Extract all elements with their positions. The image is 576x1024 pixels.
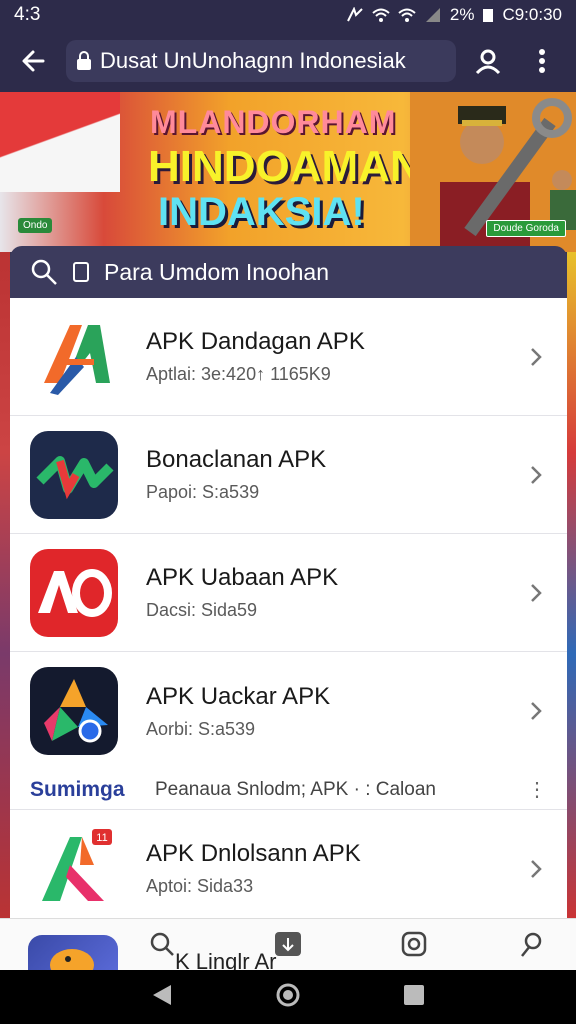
- promo-text: Peanaua Snlodm; APK · : Caloan: [155, 778, 436, 800]
- app-list: APK Dandagan APK Aptlai: 3e:420↑ 1165K9 …: [10, 298, 567, 922]
- list-item-text: Bonaclanan APK Papoi: S:a539: [146, 446, 521, 503]
- status-bar: 4:3 2% C9:0:30: [0, 0, 576, 30]
- badge-text: 11: [96, 832, 107, 844]
- profile-icon: [521, 932, 542, 957]
- chevron-right-icon: [521, 460, 551, 490]
- search-icon: [150, 932, 174, 956]
- tab-icon: [73, 262, 89, 282]
- system-navigation-bar: [0, 970, 576, 1024]
- more-vertical-icon: [539, 49, 545, 73]
- data-saver-icon: [346, 7, 363, 22]
- app-subtitle: Papoi: S:a539: [146, 482, 260, 502]
- app-title: Bonaclanan APK: [146, 446, 327, 473]
- app-subtitle: Aptlai: 3e:420↑ 1165K9: [146, 364, 331, 384]
- list-item-text: APK Uackar APK Aorbi: S:a539: [146, 683, 521, 740]
- list-item-text: APK Dnlolsann APK Aptoi: Sida33: [146, 840, 521, 897]
- list-item[interactable]: 11 APK Dnlolsann APK Aptoi: Sida33: [10, 810, 567, 922]
- app-title: APK Dandagan APK: [146, 328, 365, 355]
- flag-graphic: [0, 92, 120, 192]
- search-label: Para Umdom Inoohan: [104, 258, 330, 285]
- list-item[interactable]: APK Dandagan APK Aptlai: 3e:420↑ 1165K9: [10, 298, 567, 416]
- home-button[interactable]: [275, 982, 301, 1013]
- status-icons: 2% C9:0:30: [346, 5, 562, 25]
- wifi-secondary-icon: [398, 8, 416, 22]
- list-item-text: APK Dandagan APK Aptlai: 3e:420↑ 1165K9: [146, 328, 521, 385]
- triangle-back-icon: [153, 984, 171, 1005]
- recents-button[interactable]: [403, 984, 425, 1011]
- banner-line-2: HINDOAMAN: [148, 142, 422, 191]
- user-icon: [475, 49, 501, 75]
- camera-icon: [401, 931, 427, 957]
- background-strip-left: [0, 252, 10, 922]
- screen: 4:3 2% C9:0:30 Dusat UnUnohagnn Indonesi…: [0, 0, 576, 1024]
- url-text: Dusat UnUnohagnn Indonesiak: [100, 48, 406, 73]
- browser-toolbar: Dusat UnUnohagnn Indonesiak: [0, 30, 576, 92]
- sponsored-row[interactable]: Sumimga Peanaua Snlodm; APK · : Caloan ⋮: [10, 770, 567, 810]
- status-clock: C9:0:30: [502, 5, 562, 24]
- signal-icon: [425, 8, 440, 22]
- banner-line-3: INDAKSIA!: [158, 190, 365, 234]
- chevron-right-icon: [521, 342, 551, 372]
- chevron-right-icon: [521, 854, 551, 884]
- menu-button[interactable]: [520, 39, 564, 83]
- back-button[interactable]: [151, 983, 173, 1012]
- promo-banner[interactable]: MLANDORHAM HINDOAMAN INDAKSIA! Ondo Doud…: [0, 92, 576, 252]
- bottom-navigation: K Linglr Ar: [0, 918, 576, 975]
- chevron-right-icon: [521, 696, 551, 726]
- green-red-a-icon: 11: [30, 824, 118, 913]
- green-orange-a-icon: [30, 312, 118, 401]
- chevron-right-icon: [521, 578, 551, 608]
- battery-icon: [483, 9, 494, 22]
- app-title: APK Uabaan APK: [146, 564, 339, 591]
- list-item-text: APK Uabaan APK Dacsi: Sida59: [146, 564, 521, 621]
- nav-profile[interactable]: [512, 929, 552, 959]
- back-button[interactable]: [12, 39, 56, 83]
- lock-icon: [77, 51, 91, 70]
- status-time: 4:3: [14, 4, 41, 25]
- colorful-star-icon: [30, 667, 118, 755]
- promo-brand: Sumimga: [30, 777, 125, 801]
- dark-navy-n-icon: [30, 430, 118, 519]
- search-icon: [31, 259, 57, 285]
- background-strip-right: [567, 252, 576, 922]
- apps-icon: [275, 932, 301, 956]
- app-subtitle: Aorbi: S:a539: [146, 718, 256, 739]
- nav-camera[interactable]: [394, 929, 434, 959]
- banner-badge-left: Ondo: [18, 218, 53, 233]
- circle-home-icon: [276, 983, 300, 1006]
- list-item[interactable]: Bonaclanan APK Papoi: S:a539: [10, 416, 567, 534]
- app-icon-partial: [28, 935, 118, 975]
- square-recents-icon: [404, 984, 424, 1005]
- app-title: APK Dnlolsann APK: [146, 840, 361, 867]
- wifi-icon: [372, 8, 390, 22]
- banner-line-1: MLANDORHAM: [150, 104, 397, 140]
- app-subtitle: Dacsi: Sida59: [146, 600, 258, 620]
- list-item[interactable]: APK Uabaan APK Dacsi: Sida59: [10, 534, 567, 652]
- account-button[interactable]: [466, 39, 510, 83]
- app-title: APK Uackar APK: [146, 682, 331, 710]
- banner-badge-right: Doude Goroda: [486, 220, 566, 237]
- battery-text: 2%: [449, 5, 475, 24]
- app-subtitle: Aptoi: Sida33: [146, 876, 254, 896]
- url-bar[interactable]: Dusat UnUnohagnn Indonesiak: [66, 40, 456, 82]
- search-bar[interactable]: Para Umdom Inoohan: [10, 246, 567, 298]
- arrow-left-icon: [22, 50, 45, 72]
- red-ao-icon: [30, 548, 118, 637]
- more-vertical-icon[interactable]: ⋮: [527, 777, 547, 802]
- list-item[interactable]: APK Uackar APK Aorbi: S:a539: [10, 652, 567, 770]
